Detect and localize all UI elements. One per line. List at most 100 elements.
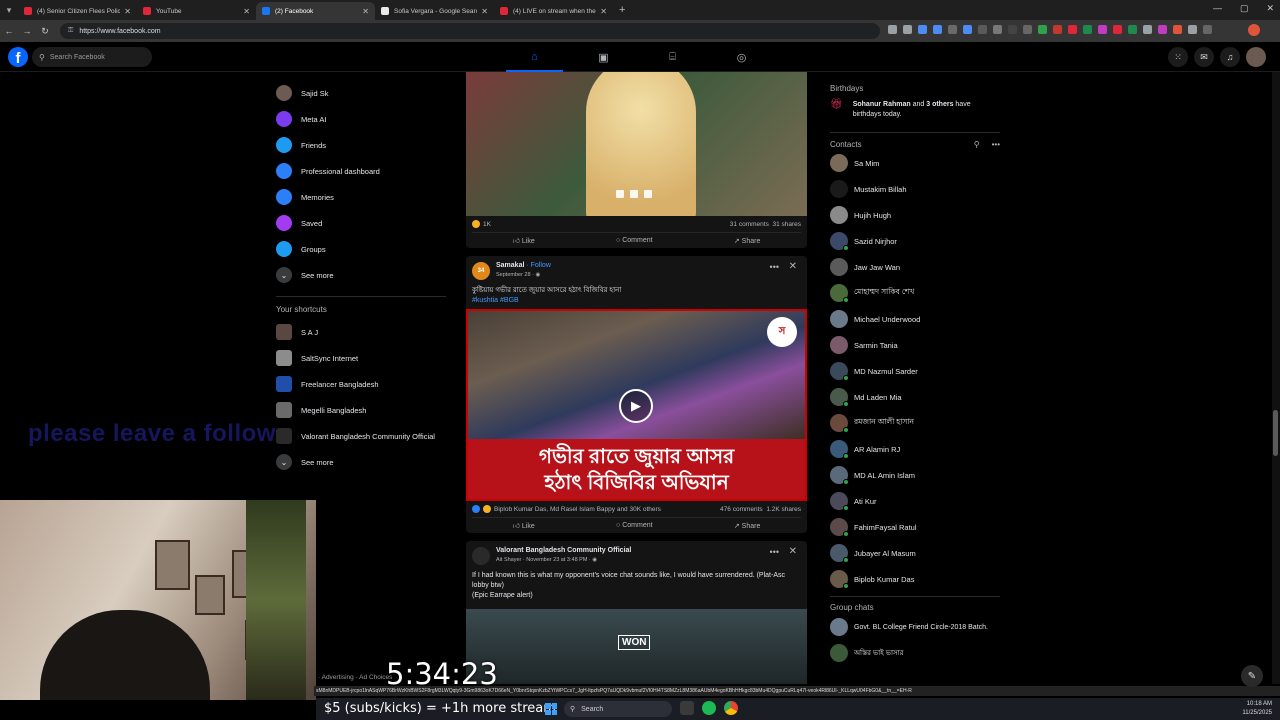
browser-tab[interactable]: (4) Senior Citizen Flees Police o✕ [18, 2, 137, 20]
tab-close-icon[interactable]: ✕ [124, 7, 131, 16]
left-nav-item[interactable]: ⌄ See more [276, 262, 446, 288]
tab-close-icon[interactable]: ✕ [362, 7, 369, 16]
contact-item[interactable]: Ati Kur [830, 488, 1000, 514]
nav-home[interactable]: ⌂ [500, 42, 569, 72]
new-tab-button[interactable]: + [613, 4, 631, 16]
comment-button[interactable]: ○ Comment [616, 237, 653, 244]
group-chat-item[interactable]: Govt. BL College Friend Circle-2018 Batc… [830, 614, 1000, 640]
cast-icon[interactable] [888, 25, 897, 34]
extension-icon[interactable] [948, 25, 957, 34]
contact-item[interactable]: Sazid Nirjhor [830, 228, 1000, 254]
bookmark-star-icon[interactable] [903, 25, 912, 34]
post-author[interactable]: Valorant Bangladesh Community Official [496, 547, 631, 554]
browser-tab[interactable]: (4) LIVE on stream when the Ki ✕ [494, 2, 613, 20]
follow-link[interactable]: · Follow [526, 262, 551, 269]
contact-item[interactable]: Mustakim Billah [830, 176, 1000, 202]
extension-icon[interactable] [1023, 25, 1032, 34]
extension-icon[interactable] [1158, 25, 1167, 34]
contact-item[interactable]: Jaw Jaw Wan [830, 254, 1000, 280]
extension-icon[interactable] [1083, 25, 1092, 34]
shortcut-item[interactable]: SaltSync Internet [276, 345, 446, 371]
more-options-icon[interactable]: ••• [992, 140, 1000, 149]
nav-groups[interactable]: ◎ [707, 42, 776, 72]
shortcut-item[interactable]: ⌄ See more [276, 449, 446, 475]
shortcut-item[interactable]: S A J [276, 319, 446, 345]
page-avatar[interactable]: 34 [472, 262, 490, 280]
account-avatar[interactable] [1246, 47, 1266, 67]
post-video[interactable]: WON [466, 609, 807, 684]
like-button[interactable]: 👍︎ Like [513, 521, 535, 530]
share-count[interactable]: 31 shares [772, 221, 801, 228]
contact-item[interactable]: MD AL Amin Islam [830, 462, 1000, 488]
extension-icon[interactable] [1173, 25, 1182, 34]
browser-tab[interactable]: Sofia Vergara - Google Search ✕ [375, 2, 494, 20]
facebook-logo[interactable]: f [8, 47, 28, 67]
sidebar-icon[interactable] [1203, 25, 1212, 34]
extension-icon[interactable] [1068, 25, 1077, 34]
tab-search-icon[interactable]: ▾ [0, 0, 18, 20]
extension-icon[interactable] [1143, 25, 1152, 34]
extension-icon[interactable] [1053, 25, 1062, 34]
maximize-icon[interactable]: ▢ [1240, 3, 1249, 14]
comment-count[interactable]: 31 comments [730, 221, 769, 228]
facebook-search-input[interactable]: ⚲ Search Facebook [32, 47, 152, 67]
contact-item[interactable]: Biplob Kumar Das [830, 566, 1000, 592]
comment-button[interactable]: ○ Comment [616, 522, 653, 529]
minimize-icon[interactable]: — [1213, 3, 1222, 14]
shortcut-item[interactable]: Valorant Bangladesh Community Official [276, 423, 446, 449]
contact-item[interactable]: Sarmin Tania [830, 332, 1000, 358]
chrome-icon[interactable] [724, 701, 738, 715]
left-nav-item[interactable]: Groups [276, 236, 446, 262]
reaction-summary[interactable]: Biplob Kumar Das, Md Rasel Islam Bappy a… [472, 505, 661, 513]
site-info-icon[interactable]: ⚿ [68, 27, 73, 35]
extension-icon[interactable] [1113, 25, 1122, 34]
share-count[interactable]: 1.2K shares [766, 506, 801, 513]
file-explorer-icon[interactable] [680, 701, 694, 715]
more-options-icon[interactable]: ••• [770, 262, 779, 272]
page-scrollbar-track[interactable] [1272, 72, 1280, 684]
extension-icon[interactable] [978, 25, 987, 34]
hide-post-icon[interactable]: ✕ [789, 546, 797, 557]
menu-grid-button[interactable]: ⁙ [1168, 47, 1188, 67]
back-icon[interactable]: ← [0, 26, 18, 36]
taskbar-clock[interactable]: 10:18 AM 11/25/2025 [1242, 700, 1272, 718]
page-scrollbar-thumb[interactable] [1273, 410, 1278, 456]
extension-icon[interactable] [1038, 25, 1047, 34]
left-nav-item[interactable]: Saved [276, 210, 446, 236]
contact-item[interactable]: MD Nazmul Sarder [830, 358, 1000, 384]
contact-item[interactable]: AR Alamin RJ [830, 436, 1000, 462]
play-icon[interactable]: ▶ [619, 389, 653, 423]
hide-post-icon[interactable]: ✕ [789, 261, 797, 272]
shortcut-item[interactable]: Freelancer Bangladesh [276, 371, 446, 397]
contact-item[interactable]: Michael Underwood [830, 306, 1000, 332]
extensions-puzzle-icon[interactable] [1188, 25, 1197, 34]
close-window-icon[interactable]: ✕ [1266, 3, 1274, 14]
extension-icon[interactable] [993, 25, 1002, 34]
group-avatar[interactable] [472, 547, 490, 565]
left-nav-item[interactable]: Professional dashboard [276, 158, 446, 184]
extension-icon[interactable] [933, 25, 942, 34]
extension-icon[interactable] [1098, 25, 1107, 34]
browser-tab[interactable]: (2) Facebook ✕ [256, 2, 375, 20]
windows-start-icon[interactable] [545, 703, 557, 715]
post-date[interactable]: September 28 · ◉ [496, 272, 540, 278]
comment-count[interactable]: 476 comments [720, 506, 763, 513]
spotify-icon[interactable] [702, 701, 716, 715]
extension-icon[interactable] [918, 25, 927, 34]
contact-item[interactable]: Sa Mim [830, 150, 1000, 176]
left-nav-item[interactable]: Friends [276, 132, 446, 158]
browser-profile-avatar[interactable] [1248, 24, 1260, 36]
nav-marketplace[interactable]: ⌸ [638, 42, 707, 72]
post-author[interactable]: Samakal [496, 262, 524, 269]
reaction-summary[interactable]: 1K [472, 220, 491, 228]
search-icon[interactable]: ⚲ [974, 140, 980, 149]
like-button[interactable]: 👍︎ Like [513, 236, 535, 245]
left-nav-item[interactable]: Memories [276, 184, 446, 210]
contact-item[interactable]: FahimFaysal Ratul [830, 514, 1000, 540]
messenger-button[interactable]: ✉ [1194, 47, 1214, 67]
group-chat-item[interactable]: অস্তির ভাই ভাসার [830, 640, 1000, 666]
notifications-button[interactable]: ♫ [1220, 47, 1240, 67]
post-image[interactable] [466, 72, 807, 216]
extension-icon[interactable] [1008, 25, 1017, 34]
reload-icon[interactable]: ↻ [36, 26, 54, 37]
